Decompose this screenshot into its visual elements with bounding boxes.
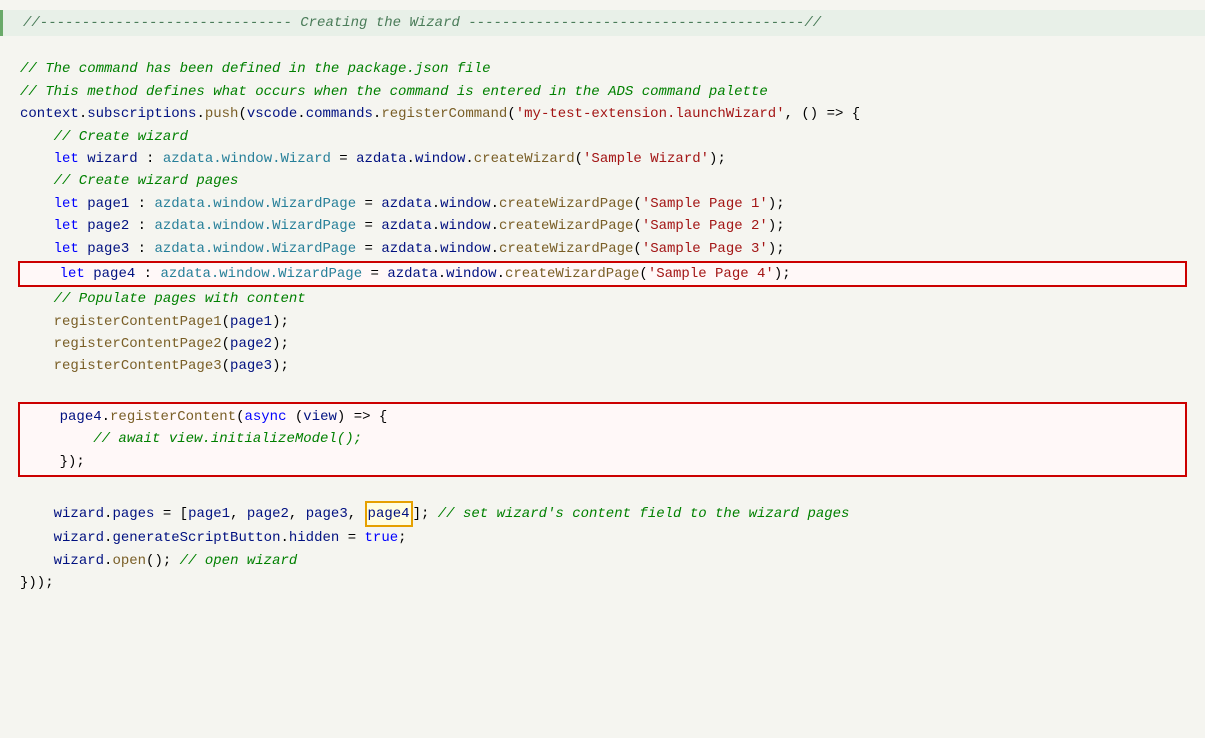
- reg1-line: registerContentPage1(page1);: [0, 311, 1205, 333]
- close-brace-line: });: [24, 451, 1181, 473]
- comment-populate: // Populate pages with content: [0, 288, 1205, 310]
- wizard-decl-line: let wizard : azdata.window.Wizard = azda…: [0, 148, 1205, 170]
- await-initialize-line: // await view.initializeModel();: [24, 428, 1181, 450]
- push-method: push: [205, 103, 239, 125]
- comment-text-2: // This method defines what occurs when …: [20, 81, 768, 103]
- page4-highlight-box: let page4 : azdata.window.WizardPage = a…: [18, 261, 1187, 287]
- comment-text-1: // The command has been defined in the p…: [20, 58, 490, 80]
- section-header-text: //------------------------------ Creatin…: [23, 15, 821, 31]
- gen-script-line: wizard.generateScriptButton.hidden = tru…: [0, 527, 1205, 549]
- code-container: //------------------------------ Creatin…: [0, 0, 1205, 605]
- blank-line-2: [0, 378, 1205, 400]
- comment-create-wizard: // Create wizard: [0, 126, 1205, 148]
- comment-line-2: // This method defines what occurs when …: [0, 81, 1205, 103]
- page4-reg-content-line: page4.registerContent(async (view) => {: [24, 406, 1181, 428]
- blank-line-3: [0, 479, 1205, 501]
- section-header: //------------------------------ Creatin…: [0, 10, 1205, 36]
- context-var: context: [20, 103, 79, 125]
- close-all-line: }));: [0, 572, 1205, 594]
- page4-register-content-box: page4.registerContent(async (view) => { …: [18, 402, 1187, 477]
- ctx-push-line: context.subscriptions.push(vscode.comman…: [0, 103, 1205, 125]
- blank-line-1: [0, 36, 1205, 58]
- reg2-line: registerContentPage2(page2);: [0, 333, 1205, 355]
- page3-decl-line: let page3 : azdata.window.WizardPage = a…: [0, 238, 1205, 260]
- page4-orange-highlight: page4: [365, 501, 413, 527]
- page4-decl-line: let page4 : azdata.window.WizardPage = a…: [24, 263, 1181, 285]
- reg3-line: registerContentPage3(page3);: [0, 355, 1205, 377]
- wizard-open-line: wizard.open(); // open wizard: [0, 550, 1205, 572]
- comment-line-1: // The command has been defined in the p…: [0, 58, 1205, 80]
- wizard-pages-line: wizard.pages = [page1, page2, page3, pag…: [0, 501, 1205, 527]
- page1-decl-line: let page1 : azdata.window.WizardPage = a…: [0, 193, 1205, 215]
- page2-decl-line: let page2 : azdata.window.WizardPage = a…: [0, 215, 1205, 237]
- comment-wizard-pages: // Create wizard pages: [0, 170, 1205, 192]
